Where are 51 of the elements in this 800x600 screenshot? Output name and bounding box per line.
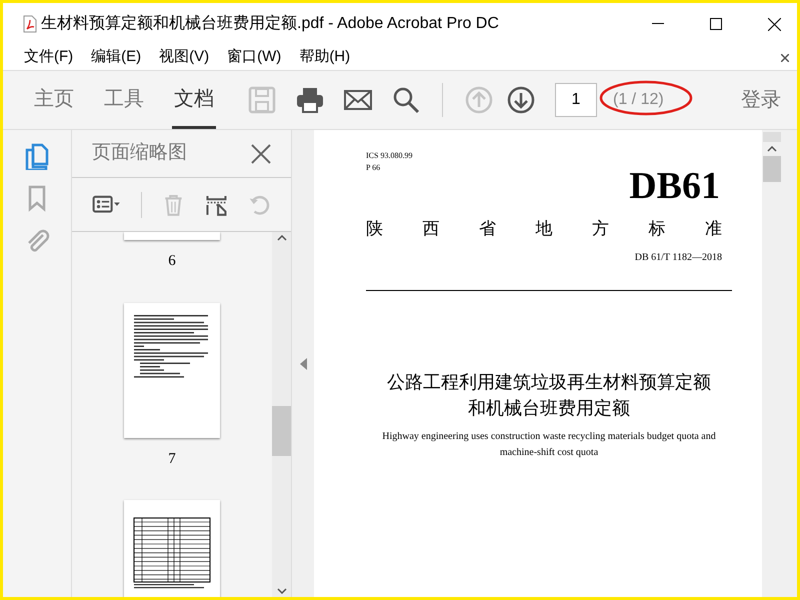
document-heading-char: 西 xyxy=(422,218,440,240)
document-title: 和机械台班费用定额 xyxy=(468,396,630,420)
document-text: P 66 xyxy=(366,162,382,174)
menu-item[interactable]: 窗口(W) xyxy=(227,46,282,69)
scrollbar-thumb[interactable] xyxy=(272,406,291,456)
thumbnail-page[interactable] xyxy=(124,500,220,597)
standard-code: DB61 xyxy=(629,166,720,206)
pages-icon[interactable] xyxy=(23,142,51,170)
close-icon[interactable] xyxy=(781,54,789,62)
document-subtitle: machine-shift cost quota xyxy=(500,446,598,460)
maximize-icon xyxy=(710,18,722,30)
minimize-icon xyxy=(652,23,664,25)
page-count: (1 / 12) xyxy=(613,91,664,108)
window-title: 生材料预算定额和机械台班费用定额.pdf - Adobe Acrobat Pro DC xyxy=(41,14,499,34)
document-heading-char: 方 xyxy=(592,218,609,240)
page-number-label: 7 xyxy=(168,450,176,468)
document-heading-char: 标 xyxy=(648,218,666,240)
scroll-down-icon[interactable] xyxy=(276,588,286,594)
page-number-field[interactable]: 1 xyxy=(555,83,597,117)
sign-in-link[interactable]: 登录 xyxy=(741,85,781,115)
tab[interactable]: 工具 xyxy=(102,71,146,129)
page-number-label: 6 xyxy=(168,252,176,271)
document-heading-char: 陕 xyxy=(366,218,383,240)
collapse-panel-icon[interactable] xyxy=(300,358,306,370)
document-subtitle: Highway engineering uses construction waste recycling materials budget quota and xyxy=(382,430,716,444)
standard-number: DB 61/T 1182—2018 xyxy=(634,250,722,264)
menu-item[interactable]: 文件(F) xyxy=(24,46,74,69)
arrow-down-icon[interactable] xyxy=(507,86,535,114)
menu-item[interactable]: 视图(V) xyxy=(159,46,210,69)
menu-item[interactable]: 帮助(H) xyxy=(299,46,350,69)
thumbnail-page[interactable] xyxy=(124,232,220,240)
tab[interactable]: 主页 xyxy=(32,71,76,129)
close-icon xyxy=(768,18,780,30)
panel-title: 页面缩略图 xyxy=(92,141,187,166)
scrollbar-thumb[interactable] xyxy=(763,132,781,142)
pdf-file-icon xyxy=(23,15,37,33)
document-heading-char: 地 xyxy=(536,218,552,240)
scrollbar-thumb[interactable] xyxy=(763,156,781,182)
menu-item[interactable]: 编辑(E) xyxy=(91,46,142,69)
document-heading-char: 省 xyxy=(479,218,496,240)
document-text: ICS 93.080.99 xyxy=(366,150,414,162)
print-icon[interactable] xyxy=(296,86,324,114)
thumbnail-page[interactable] xyxy=(124,302,220,438)
document-title: 公路工程利用建筑垃圾再生材料预算定额 xyxy=(387,370,711,394)
scroll-up-icon[interactable] xyxy=(767,146,777,152)
scroll-up-icon[interactable] xyxy=(276,235,286,241)
search-icon[interactable] xyxy=(392,86,420,114)
scrollbar[interactable] xyxy=(272,232,291,597)
close-icon xyxy=(251,144,271,164)
document-heading-char: 准 xyxy=(705,218,722,240)
close-panel-button[interactable] xyxy=(249,142,273,166)
